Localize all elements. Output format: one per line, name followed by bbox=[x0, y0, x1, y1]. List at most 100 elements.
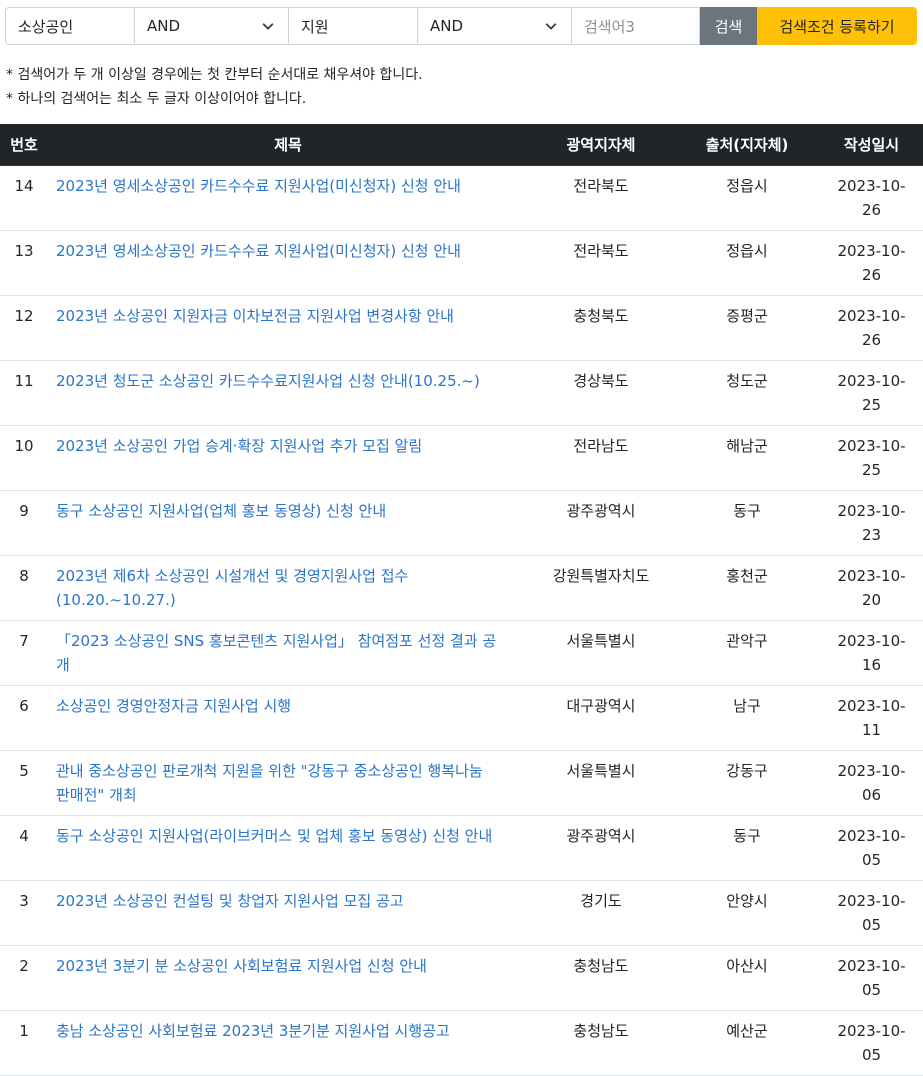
row-region: 대구광역시 bbox=[528, 685, 674, 751]
table-row: 7 「2023 소상공인 SNS 홍보콘텐츠 지원사업」 참여점포 선정 결과 공… bbox=[0, 620, 923, 686]
row-region: 광주광역시 bbox=[528, 815, 674, 881]
operator2-value: AND bbox=[430, 17, 464, 35]
header-source: 출처(지자체) bbox=[674, 124, 820, 166]
register-search-condition-button[interactable]: 검색조건 등록하기 bbox=[757, 7, 917, 45]
row-source: 홍천군 bbox=[674, 555, 820, 621]
table-row: 6 소상공인 경영안정자금 지원사업 시행 대구광역시 남구 2023-10-11 bbox=[0, 685, 923, 751]
table-body: 14 2023년 영세소상공인 카드수수료 지원사업(미신청자) 신청 안내 전라북… bbox=[0, 165, 923, 1076]
post-title-link[interactable]: 2023년 소상공인 컨설팅 및 창업자 지원사업 모집 공고 bbox=[48, 880, 528, 946]
row-source: 동구 bbox=[674, 815, 820, 881]
table-row: 13 2023년 영세소상공인 카드수수료 지원사업(미신청자) 신청 안내 전라북… bbox=[0, 230, 923, 296]
post-title-link[interactable]: 소상공인 경영안정자금 지원사업 시행 bbox=[48, 685, 528, 751]
header-date: 작성일시 bbox=[820, 124, 923, 166]
search-term1-value: 소상공인 bbox=[18, 17, 74, 36]
row-number: 14 bbox=[0, 165, 48, 231]
row-date: 2023-10-05 bbox=[820, 880, 923, 946]
row-number: 2 bbox=[0, 945, 48, 1011]
note-line: * 하나의 검색어는 최소 두 글자 이상이어야 합니다. bbox=[6, 91, 307, 107]
header-title: 제목 bbox=[48, 124, 528, 166]
post-title-link[interactable]: 2023년 소상공인 지원자금 이차보전금 지원사업 변경사항 안내 bbox=[48, 295, 528, 361]
row-date: 2023-10-26 bbox=[820, 165, 923, 231]
operator1-value: AND bbox=[147, 17, 181, 35]
search-term3-placeholder: 검색어3 bbox=[584, 17, 635, 36]
row-source: 정읍시 bbox=[674, 230, 820, 296]
post-title-link[interactable]: 동구 소상공인 지원사업(라이브커머스 및 업체 홍보 동영상) 신청 안내 bbox=[48, 815, 528, 881]
search-term3-input[interactable]: 검색어3 bbox=[571, 7, 700, 45]
row-number: 3 bbox=[0, 880, 48, 946]
row-number: 9 bbox=[0, 490, 48, 556]
row-region: 서울특별시 bbox=[528, 620, 674, 686]
row-date: 2023-10-26 bbox=[820, 230, 923, 296]
operator2-select[interactable]: AND bbox=[417, 7, 571, 45]
search-term2-input[interactable]: 지원 bbox=[288, 7, 417, 45]
search-term1-input[interactable]: 소상공인 bbox=[5, 7, 134, 45]
table-row: 12 2023년 소상공인 지원자금 이차보전금 지원사업 변경사항 안내 충청북도… bbox=[0, 295, 923, 361]
search-term2-value: 지원 bbox=[301, 17, 329, 36]
search-bar: 소상공인 AND 지원 AND 검색어3 검색 검색조건 등록하기 bbox=[5, 7, 917, 45]
results-table-container: 번호 제목 광역지자체 출처(지자체) 작성일시 14 2023년 영세소상공인 … bbox=[0, 124, 923, 1076]
table-header: 번호 제목 광역지자체 출처(지자체) 작성일시 bbox=[0, 124, 923, 166]
row-source: 예산군 bbox=[674, 1010, 820, 1076]
row-region: 강원특별자치도 bbox=[528, 555, 674, 621]
row-date: 2023-10-25 bbox=[820, 360, 923, 426]
post-title-link[interactable]: 「2023 소상공인 SNS 홍보콘텐츠 지원사업」 참여점포 선정 결과 공개 bbox=[48, 620, 528, 686]
post-title-link[interactable]: 2023년 청도군 소상공인 카드수수료지원사업 신청 안내(10.25.~) bbox=[48, 360, 528, 426]
row-number: 8 bbox=[0, 555, 48, 621]
row-region: 전라북도 bbox=[528, 165, 674, 231]
table-row: 4 동구 소상공인 지원사업(라이브커머스 및 업체 홍보 동영상) 신청 안내 광… bbox=[0, 815, 923, 881]
table-row: 14 2023년 영세소상공인 카드수수료 지원사업(미신청자) 신청 안내 전라북… bbox=[0, 165, 923, 231]
search-button[interactable]: 검색 bbox=[700, 7, 757, 45]
row-date: 2023-10-25 bbox=[820, 425, 923, 491]
row-source: 해남군 bbox=[674, 425, 820, 491]
row-region: 서울특별시 bbox=[528, 750, 674, 816]
row-number: 7 bbox=[0, 620, 48, 686]
row-date: 2023-10-06 bbox=[820, 750, 923, 816]
table-row: 2 2023년 3분기 분 소상공인 사회보험료 지원사업 신청 안내 충청남도 아산… bbox=[0, 945, 923, 1011]
results-table: 번호 제목 광역지자체 출처(지자체) 작성일시 14 2023년 영세소상공인 … bbox=[0, 124, 923, 1076]
row-source: 증평군 bbox=[674, 295, 820, 361]
row-region: 충청남도 bbox=[528, 1010, 674, 1076]
row-region: 경상북도 bbox=[528, 360, 674, 426]
row-region: 광주광역시 bbox=[528, 490, 674, 556]
row-number: 5 bbox=[0, 750, 48, 816]
post-title-link[interactable]: 관내 중소상공인 판로개척 지원을 위한 "강동구 중소상공인 행복나눔 판매전… bbox=[48, 750, 528, 816]
row-date: 2023-10-05 bbox=[820, 815, 923, 881]
row-source: 안양시 bbox=[674, 880, 820, 946]
row-source: 아산시 bbox=[674, 945, 820, 1011]
post-title-link[interactable]: 충남 소상공인 사회보험료 2023년 3분기분 지원사업 시행공고 bbox=[48, 1010, 528, 1076]
row-number: 6 bbox=[0, 685, 48, 751]
chevron-down-icon bbox=[260, 18, 276, 34]
table-row: 8 2023년 제6차 소상공인 시설개선 및 경영지원사업 접수(10.20.~… bbox=[0, 555, 923, 621]
row-region: 전라남도 bbox=[528, 425, 674, 491]
row-source: 남구 bbox=[674, 685, 820, 751]
row-source: 관악구 bbox=[674, 620, 820, 686]
table-row: 5 관내 중소상공인 판로개척 지원을 위한 "강동구 중소상공인 행복나눔 판매… bbox=[0, 750, 923, 816]
table-row: 11 2023년 청도군 소상공인 카드수수료지원사업 신청 안내(10.25.~… bbox=[0, 360, 923, 426]
row-number: 4 bbox=[0, 815, 48, 881]
post-title-link[interactable]: 2023년 제6차 소상공인 시설개선 및 경영지원사업 접수(10.20.~1… bbox=[48, 555, 528, 621]
table-row: 3 2023년 소상공인 컨설팅 및 창업자 지원사업 모집 공고 경기도 안양시 20… bbox=[0, 880, 923, 946]
post-title-link[interactable]: 2023년 소상공인 가업 승계·확장 지원사업 추가 모집 알림 bbox=[48, 425, 528, 491]
chevron-down-icon bbox=[543, 18, 559, 34]
row-region: 충청북도 bbox=[528, 295, 674, 361]
row-source: 청도군 bbox=[674, 360, 820, 426]
post-title-link[interactable]: 2023년 영세소상공인 카드수수료 지원사업(미신청자) 신청 안내 bbox=[48, 165, 528, 231]
table-row: 1 충남 소상공인 사회보험료 2023년 3분기분 지원사업 시행공고 충청남도 예… bbox=[0, 1010, 923, 1076]
row-date: 2023-10-05 bbox=[820, 945, 923, 1011]
post-title-link[interactable]: 2023년 영세소상공인 카드수수료 지원사업(미신청자) 신청 안내 bbox=[48, 230, 528, 296]
post-title-link[interactable]: 2023년 3분기 분 소상공인 사회보험료 지원사업 신청 안내 bbox=[48, 945, 528, 1011]
operator1-select[interactable]: AND bbox=[134, 7, 288, 45]
row-source: 강동구 bbox=[674, 750, 820, 816]
search-notes: * 검색어가 두 개 이상일 경우에는 첫 칸부터 순서대로 채우셔야 합니다.… bbox=[6, 63, 423, 111]
row-date: 2023-10-20 bbox=[820, 555, 923, 621]
row-number: 1 bbox=[0, 1010, 48, 1076]
row-number: 12 bbox=[0, 295, 48, 361]
row-source: 동구 bbox=[674, 490, 820, 556]
row-date: 2023-10-16 bbox=[820, 620, 923, 686]
header-region: 광역지자체 bbox=[528, 124, 674, 166]
row-date: 2023-10-23 bbox=[820, 490, 923, 556]
post-title-link[interactable]: 동구 소상공인 지원사업(업체 홍보 동영상) 신청 안내 bbox=[48, 490, 528, 556]
row-date: 2023-10-26 bbox=[820, 295, 923, 361]
row-source: 정읍시 bbox=[674, 165, 820, 231]
header-number: 번호 bbox=[0, 124, 48, 166]
